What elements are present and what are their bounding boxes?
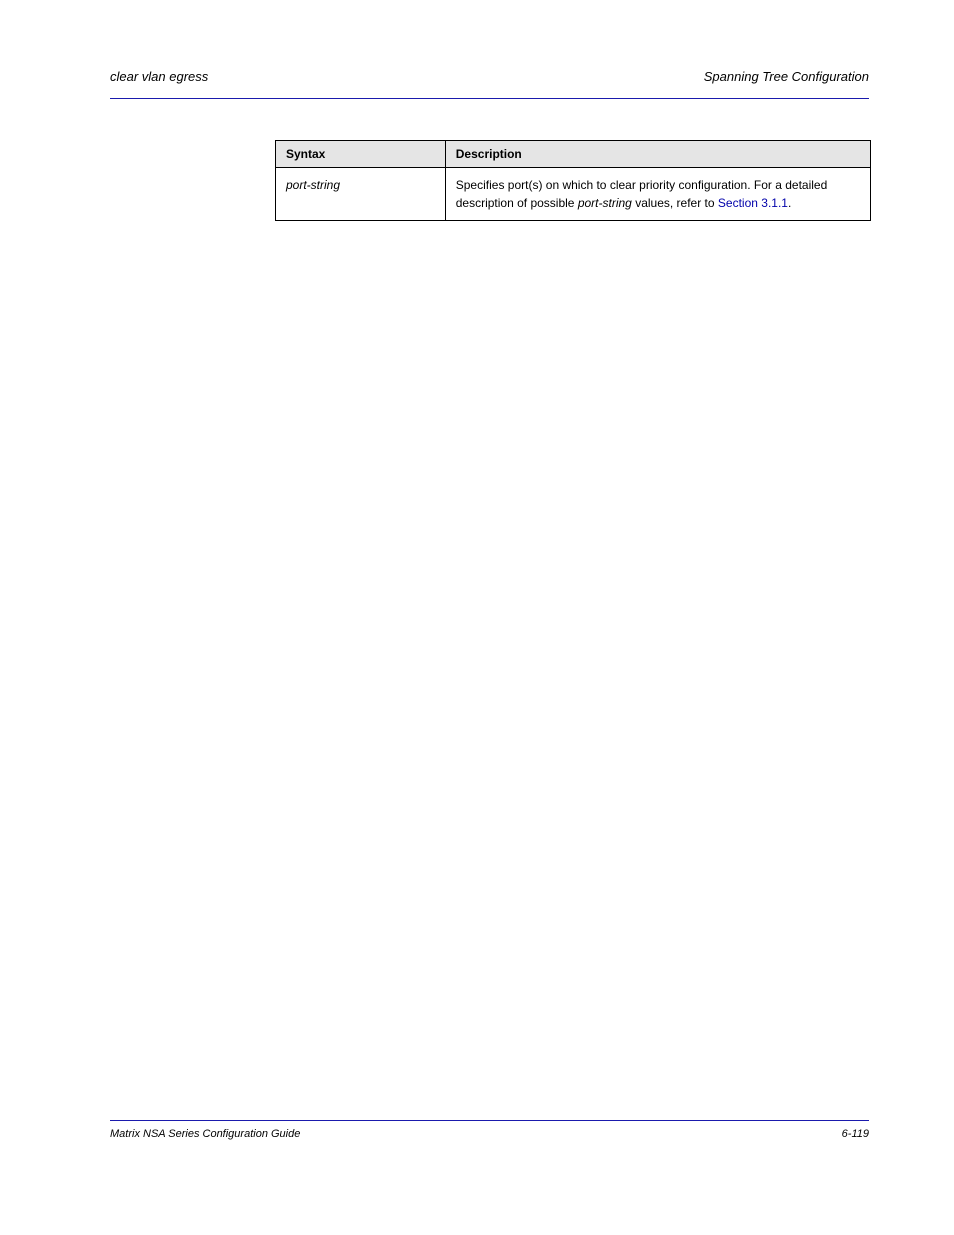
section-ref-link[interactable]: Section 3.1.1: [718, 196, 788, 210]
table-row: port-string Specifies port(s) on which t…: [276, 168, 871, 221]
header-right: Spanning Tree Configuration: [704, 70, 869, 84]
col-header-syntax: Syntax: [276, 141, 446, 168]
parameter-table: Syntax Description port-string Specifies…: [275, 140, 871, 221]
header-rule: [110, 98, 869, 99]
col-header-description: Description: [445, 141, 870, 168]
table-header-row: Syntax Description: [276, 141, 871, 168]
footer-rule: [110, 1120, 869, 1121]
cell-syntax: port-string: [286, 178, 340, 192]
footer-left: Matrix NSA Series Configuration Guide: [110, 1128, 300, 1140]
footer-right: 6-119: [842, 1128, 869, 1140]
cell-description: Specifies port(s) on which to clear prio…: [445, 168, 870, 221]
header-left: clear vlan egress: [110, 70, 208, 84]
